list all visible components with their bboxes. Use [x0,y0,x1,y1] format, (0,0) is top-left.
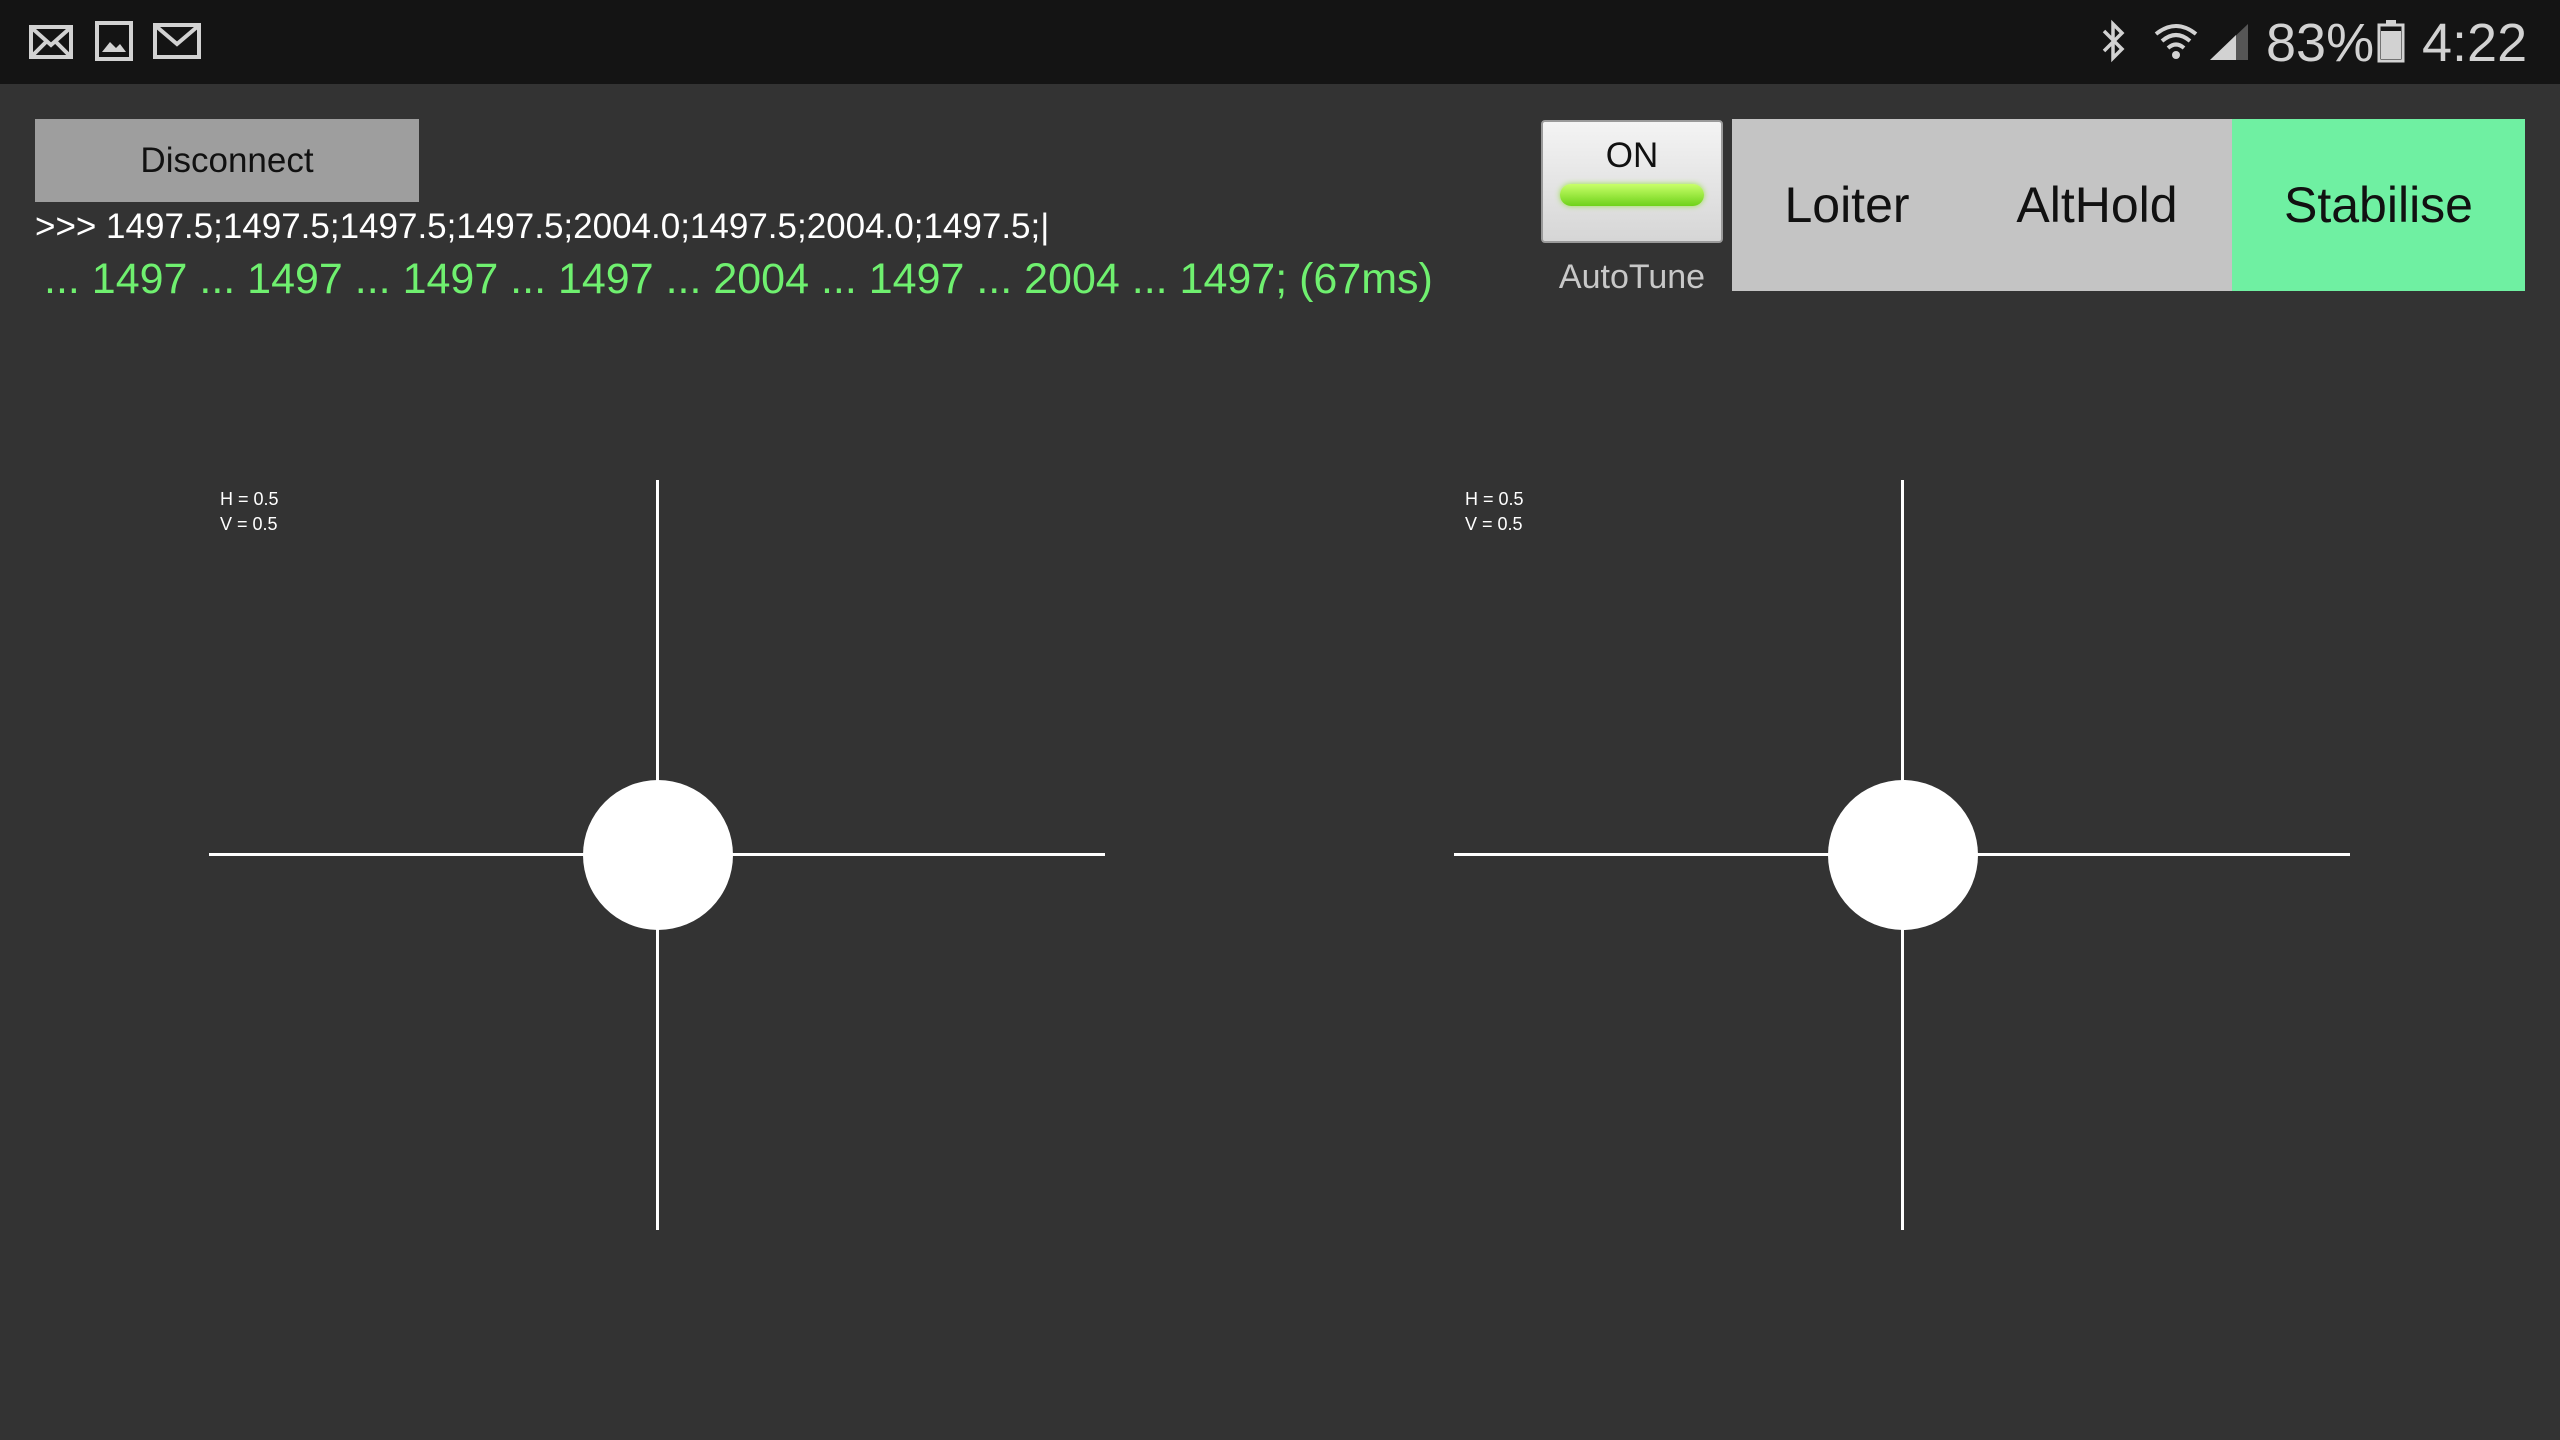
right-joystick-h-value: H = 0.5 [1465,489,1524,509]
parsed-output-text: ... 1497 ... 1497 ... 1497 ... 1497 ... … [44,255,1433,303]
clock: 4:22 [2422,13,2528,73]
right-joystick-readout: H = 0.5 V = 0.5 [1465,487,1524,537]
flight-mode-selector: Loiter AltHold Stabilise [1732,119,2525,291]
right-joystick-v-value: V = 0.5 [1465,514,1523,534]
left-joystick-v-value: V = 0.5 [220,514,278,534]
disconnect-button[interactable]: Disconnect [35,119,419,202]
mode-stabilise-button[interactable]: Stabilise [2232,119,2525,291]
mode-loiter-button[interactable]: Loiter [1732,119,1962,291]
wifi-icon [2152,18,2200,68]
raw-output-text: >>> 1497.5;1497.5;1497.5;1497.5;2004.0;1… [35,207,1050,246]
right-joystick-knob[interactable] [1828,780,1978,930]
app-screen: 83% 4:22 Disconnect >>> 1497.5;1497.5;14… [0,0,2560,1440]
autotune-label: AutoTune [1558,258,1706,296]
autotune-toggle[interactable]: ON [1541,120,1723,243]
toggle-indicator-light [1560,184,1704,206]
gmail-icon [152,18,202,68]
left-joystick-readout: H = 0.5 V = 0.5 [220,487,279,537]
battery-percent: 83% [2266,13,2375,73]
right-joystick[interactable]: H = 0.5 V = 0.5 [1454,480,2354,1230]
battery-icon [2376,18,2406,68]
left-joystick-h-value: H = 0.5 [220,489,279,509]
left-joystick[interactable]: H = 0.5 V = 0.5 [209,480,1109,1230]
left-joystick-knob[interactable] [583,780,733,930]
toggle-state-label: ON [1605,136,1659,175]
email-icon [28,18,74,68]
status-bar: 83% 4:22 [0,0,2560,84]
mode-althold-button[interactable]: AltHold [1962,119,2232,291]
signal-icon [2206,18,2252,68]
bluetooth-icon [2094,18,2134,68]
image-icon [92,18,136,68]
